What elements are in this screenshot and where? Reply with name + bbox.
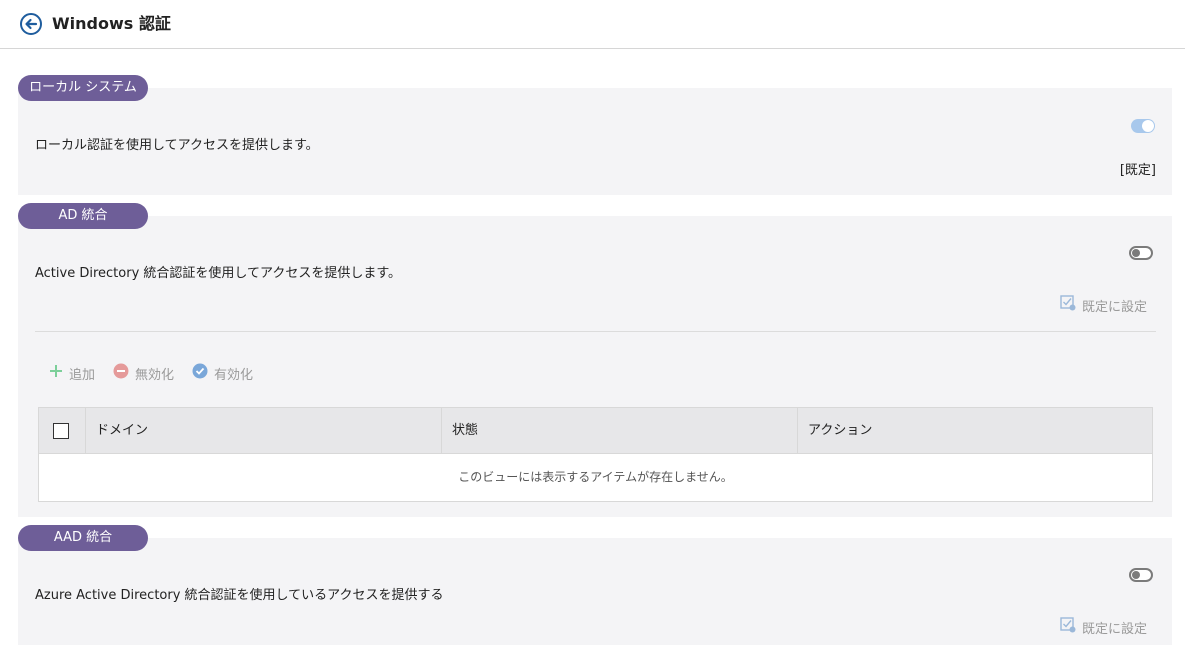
divider [35,331,1156,332]
aad-toggle[interactable] [1129,568,1153,582]
select-all-checkbox[interactable] [53,423,69,439]
ad-description: Active Directory 統合認証を使用してアクセスを提供します。 [35,266,402,281]
set-default-icon [1060,617,1076,637]
domain-table: ドメイン 状態 アクション このビューには表示するアイテムが存在しません。 [38,407,1153,502]
enable-button[interactable]: 有効化 [192,363,253,383]
ad-set-default-button[interactable]: 既定に設定 [1060,295,1147,315]
table-header: ドメイン 状態 アクション [39,408,1152,454]
local-system-toggle[interactable] [1131,119,1155,133]
aad-set-default-button[interactable]: 既定に設定 [1060,617,1147,637]
back-arrow-icon[interactable] [19,12,43,36]
add-button[interactable]: 追加 [49,363,95,383]
ad-panel: Active Directory 統合認証を使用してアクセスを提供します。 既定… [18,216,1172,517]
page-header: Windows 認証 [0,0,1185,49]
add-label: 追加 [69,367,96,383]
table-empty-message: このビューには表示するアイテムが存在しません。 [458,470,733,484]
section-tab-ad: AD 統合 [18,203,148,229]
aad-description: Azure Active Directory 統合認証を使用しているアクセスを提… [35,588,444,603]
select-all-cell [39,408,85,453]
check-circle-icon [192,363,208,383]
ad-toolbar: 追加 無効化 有効化 [49,363,253,383]
default-indicator: [既定] [1119,163,1156,178]
local-system-panel: ローカル認証を使用してアクセスを提供します。 [既定] [18,88,1172,195]
page-title: Windows 認証 [52,14,171,33]
disable-button[interactable]: 無効化 [113,363,174,383]
column-header-status[interactable]: 状態 [441,408,797,453]
disable-label: 無効化 [135,367,175,383]
ad-toggle[interactable] [1129,246,1153,260]
section-tab-local-system: ローカル システム [18,75,148,101]
set-default-label: 既定に設定 [1081,621,1147,637]
set-default-icon [1060,295,1076,315]
enable-label: 有効化 [214,367,254,383]
plus-icon [49,364,63,382]
minus-circle-icon [113,363,129,383]
column-header-domain[interactable]: ドメイン [85,408,441,453]
set-default-label: 既定に設定 [1081,299,1147,315]
column-header-action[interactable]: アクション [797,408,1152,453]
section-tab-aad: AAD 統合 [18,525,148,551]
local-system-description: ローカル認証を使用してアクセスを提供します。 [35,138,319,153]
aad-panel: Azure Active Directory 統合認証を使用しているアクセスを提… [18,538,1172,645]
